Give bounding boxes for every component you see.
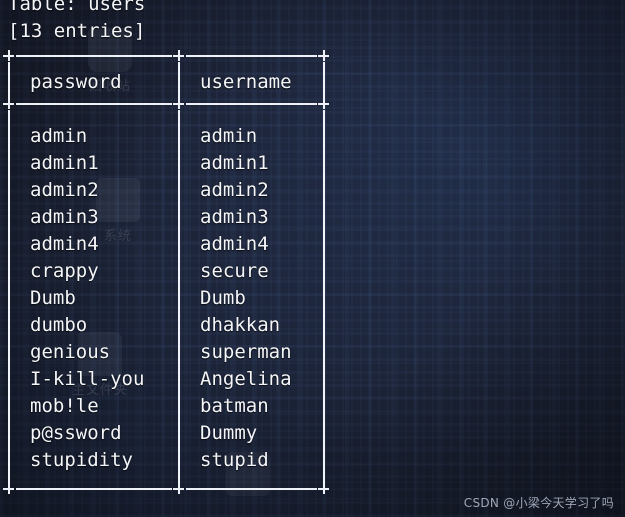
table-sep-left xyxy=(3,98,14,109)
cell-password: p@ssword xyxy=(30,422,122,444)
cell-username: Dumb xyxy=(200,287,246,309)
cell-username: dhakkan xyxy=(200,314,281,336)
table-border-sep-left xyxy=(16,103,172,105)
cell-username: Angelina xyxy=(200,368,292,390)
cell-username: admin1 xyxy=(200,152,269,174)
table-row: Dumb Dumb xyxy=(8,285,328,312)
table-sep-right xyxy=(318,98,329,109)
table-row: admin4 admin4 xyxy=(8,231,328,258)
table-corner-bottom-middle xyxy=(173,483,184,494)
csdn-watermark: CSDN @小梁今天学习了吗 xyxy=(463,496,614,510)
table-row: admin1 admin1 xyxy=(8,150,328,177)
table-row: genious superman xyxy=(8,339,328,366)
table-corner-top-middle xyxy=(173,50,184,61)
cell-password: dumbo xyxy=(30,314,88,336)
table-border-top-left xyxy=(16,55,172,57)
cell-password: admin2 xyxy=(30,179,99,201)
table-row: I-kill-you Angelina xyxy=(8,366,328,393)
terminal-output: Table: users [13 entries] password usern… xyxy=(0,0,625,517)
cell-password: I-kill-you xyxy=(30,368,145,390)
table-row: admin3 admin3 xyxy=(8,204,328,231)
cell-password: genious xyxy=(30,341,111,363)
cell-password: admin3 xyxy=(30,206,99,228)
table-header-row: password username xyxy=(8,69,328,96)
cell-password: mob!le xyxy=(30,395,99,417)
cell-username: Dummy xyxy=(200,422,258,444)
cell-username: secure xyxy=(200,260,269,282)
cell-password: admin1 xyxy=(30,152,99,174)
table-corner-bottom-right xyxy=(318,483,329,494)
table-corner-bottom-left xyxy=(3,483,14,494)
cell-username: admin2 xyxy=(200,179,269,201)
table-border-bottom-left xyxy=(16,488,172,490)
cell-password: crappy xyxy=(30,260,99,282)
cell-username: superman xyxy=(200,341,292,363)
cell-password: Dumb xyxy=(30,287,76,309)
cell-username: batman xyxy=(200,395,269,417)
column-header-username: username xyxy=(200,71,292,93)
table-row: mob!le batman xyxy=(8,393,328,420)
table-border-bottom-right xyxy=(186,488,317,490)
table-row: admin2 admin2 xyxy=(8,177,328,204)
cell-password: stupidity xyxy=(30,449,133,471)
cell-username: admin3 xyxy=(200,206,269,228)
cell-password: admin xyxy=(30,125,88,147)
table-sep-middle xyxy=(173,98,184,109)
table-name-line: Table: users xyxy=(8,0,146,15)
table-border-top-right xyxy=(186,55,317,57)
cell-username: stupid xyxy=(200,449,269,471)
table-border-sep-right xyxy=(186,103,317,105)
table-row: admin admin xyxy=(8,123,328,150)
table-corner-top-left xyxy=(3,50,14,61)
column-header-password: password xyxy=(30,71,122,93)
table-row: stupidity stupid xyxy=(8,447,328,474)
table-row: crappy secure xyxy=(8,258,328,285)
cell-username: admin xyxy=(200,125,258,147)
cell-username: admin4 xyxy=(200,233,269,255)
entry-count-line: [13 entries] xyxy=(8,20,146,42)
table-row: dumbo dhakkan xyxy=(8,312,328,339)
cell-password: admin4 xyxy=(30,233,99,255)
terminal-screen: 回收站 系统 主文件夹 Table: users [13 entries] pa… xyxy=(0,0,625,517)
table-corner-top-right xyxy=(318,50,329,61)
table-row: p@ssword Dummy xyxy=(8,420,328,447)
